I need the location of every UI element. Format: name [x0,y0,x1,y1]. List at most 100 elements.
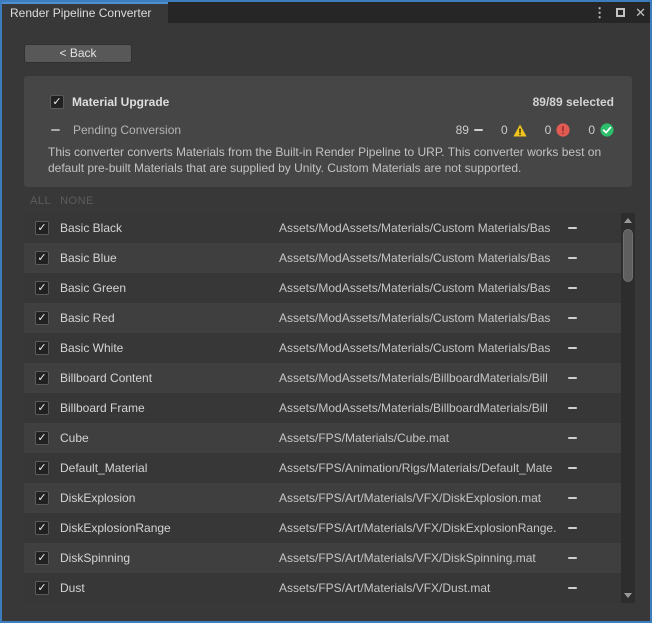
material-checkbox[interactable]: ✓ [35,431,49,445]
material-row[interactable]: ✓ Default_Material Assets/FPS/Animation/… [24,453,622,483]
check-icon: ✓ [37,283,46,294]
check-icon: ✓ [37,373,46,384]
converter-title: Material Upgrade [72,95,169,109]
check-icon: ✓ [37,223,46,234]
material-path: Assets/ModAssets/Materials/Custom Materi… [279,281,561,295]
status-dash-icon [568,527,577,529]
pending-count: 89 [456,123,469,137]
material-name: DiskExplosion [60,491,135,505]
selected-count-label: 89/89 selected [533,95,614,109]
status-counts: 89 0 0 0 [456,123,614,137]
material-name: Basic White [60,341,123,355]
converter-description: This converter converts Materials from t… [48,144,620,176]
back-button[interactable]: < Back [24,44,132,63]
material-checkbox[interactable]: ✓ [35,551,49,565]
material-name: Default_Material [60,461,147,475]
scrollbar-thumb[interactable] [623,229,633,282]
material-path: Assets/ModAssets/Materials/Custom Materi… [279,341,561,355]
check-icon: ✓ [37,253,46,264]
material-row[interactable]: ✓ Billboard Frame Assets/ModAssets/Mater… [24,393,622,423]
material-checkbox[interactable]: ✓ [35,581,49,595]
status-dash-icon [568,347,577,349]
material-path: Assets/ModAssets/Materials/BillboardMate… [279,401,561,415]
material-row[interactable]: ✓ Basic Red Assets/ModAssets/Materials/C… [24,303,622,333]
material-checkbox[interactable]: ✓ [35,461,49,475]
titlebar: Render Pipeline Converter ⋮ ✕ [2,2,650,23]
material-path: Assets/ModAssets/Materials/BillboardMate… [279,371,561,385]
material-row[interactable]: ✓ Billboard Content Assets/ModAssets/Mat… [24,363,622,393]
material-checkbox[interactable]: ✓ [35,401,49,415]
material-path: Assets/FPS/Materials/Cube.mat [279,431,561,445]
status-dash-icon [568,317,577,319]
material-name: Billboard Content [60,371,152,385]
converter-checkbox[interactable]: ✓ [50,95,64,109]
status-dash-icon [568,497,577,499]
select-none-button[interactable]: NONE [60,195,94,207]
status-dash-icon [568,257,577,259]
material-row[interactable]: ✓ DiskExplosion Assets/FPS/Art/Materials… [24,483,622,513]
status-dash-icon [568,587,577,589]
check-icon: ✓ [37,463,46,474]
material-checkbox[interactable]: ✓ [35,221,49,235]
close-icon[interactable]: ✕ [635,6,646,19]
maximize-icon[interactable] [616,8,625,17]
material-row[interactable]: ✓ DiskSpinning Assets/FPS/Art/Materials/… [24,543,622,573]
pending-conversion-row: Pending Conversion 89 0 0 [51,123,614,137]
success-icon [600,123,614,137]
material-checkbox[interactable]: ✓ [35,341,49,355]
material-name: DiskSpinning [60,551,130,565]
scroll-down-icon[interactable] [624,593,632,598]
status-dash-icon [568,227,577,229]
minus-icon [51,129,60,131]
material-row[interactable]: ✓ Basic Black Assets/ModAssets/Materials… [24,213,622,243]
material-path: Assets/FPS/Animation/Rigs/Materials/Defa… [279,461,561,475]
material-name: Basic Black [60,221,122,235]
check-icon: ✓ [37,553,46,564]
window-menu-icon[interactable]: ⋮ [593,6,606,19]
render-pipeline-converter-window: Render Pipeline Converter ⋮ ✕ < Back ✓ M… [0,0,652,623]
material-path: Assets/FPS/Art/Materials/VFX/DiskExplosi… [279,521,561,535]
material-name: Dust [60,581,85,595]
material-row[interactable]: ✓ Basic Blue Assets/ModAssets/Materials/… [24,243,622,273]
scroll-up-icon[interactable] [624,218,632,223]
material-row[interactable]: ✓ Dust Assets/FPS/Art/Materials/VFX/Dust… [24,573,622,603]
material-name: DiskExplosionRange [60,521,171,535]
material-name: Basic Blue [60,251,117,265]
material-path: Assets/FPS/Art/Materials/VFX/DiskExplosi… [279,491,561,505]
check-icon: ✓ [37,523,46,534]
check-icon: ✓ [52,97,61,108]
scrollbar[interactable] [621,213,635,603]
material-path: Assets/ModAssets/Materials/Custom Materi… [279,251,561,265]
converter-header-row: ✓ Material Upgrade 89/89 selected [50,95,614,109]
material-name: Basic Red [60,311,115,325]
material-checkbox[interactable]: ✓ [35,281,49,295]
list-select-controls: ALL NONE [30,195,94,207]
material-path: Assets/FPS/Art/Materials/VFX/DiskSpinnin… [279,551,561,565]
check-icon: ✓ [37,583,46,594]
material-row[interactable]: ✓ DiskExplosionRange Assets/FPS/Art/Mate… [24,513,622,543]
materials-list: ✓ Basic Black Assets/ModAssets/Materials… [24,213,622,603]
warning-icon [513,124,527,137]
material-checkbox[interactable]: ✓ [35,311,49,325]
material-path: Assets/FPS/Art/Materials/VFX/Dust.mat [279,581,561,595]
material-path: Assets/ModAssets/Materials/Custom Materi… [279,221,561,235]
material-row[interactable]: ✓ Basic White Assets/ModAssets/Materials… [24,333,622,363]
tab-render-pipeline-converter[interactable]: Render Pipeline Converter [2,2,168,23]
status-dash-icon [568,467,577,469]
check-icon: ✓ [37,403,46,414]
material-name: Cube [60,431,89,445]
material-checkbox[interactable]: ✓ [35,521,49,535]
check-icon: ✓ [37,433,46,444]
material-checkbox[interactable]: ✓ [35,251,49,265]
material-checkbox[interactable]: ✓ [35,491,49,505]
check-icon: ✓ [37,493,46,504]
select-all-button[interactable]: ALL [30,195,51,207]
check-icon: ✓ [37,313,46,324]
status-dash-icon [568,377,577,379]
success-count: 0 [588,123,595,137]
material-row[interactable]: ✓ Cube Assets/FPS/Materials/Cube.mat [24,423,622,453]
status-dash-icon [568,437,577,439]
material-checkbox[interactable]: ✓ [35,371,49,385]
material-row[interactable]: ✓ Basic Green Assets/ModAssets/Materials… [24,273,622,303]
status-dash-icon [568,287,577,289]
